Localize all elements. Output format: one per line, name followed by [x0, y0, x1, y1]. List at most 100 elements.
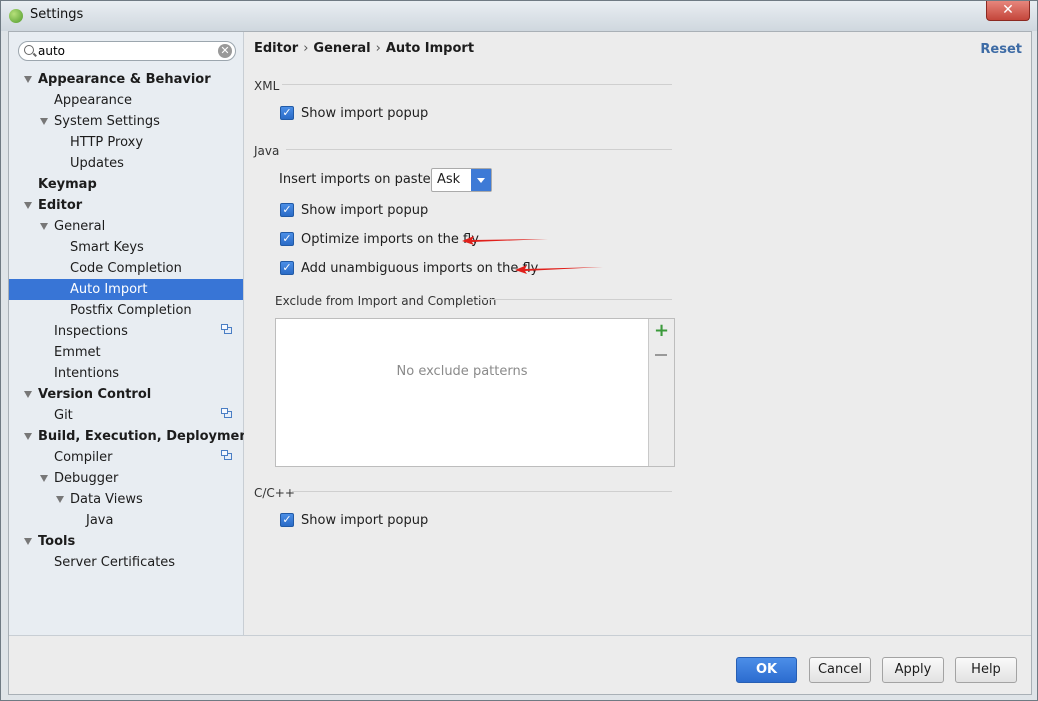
tree-item-label: HTTP Proxy: [70, 135, 144, 150]
tree-item-inspections[interactable]: Inspections: [9, 321, 244, 342]
empty-list-text: No exclude patterns: [396, 364, 528, 379]
search-input[interactable]: [38, 43, 208, 59]
checkbox-checked-icon[interactable]: ✓: [280, 106, 294, 120]
tree-item-appearance[interactable]: Appearance: [9, 90, 244, 111]
cpp-section-title: C/C++: [254, 486, 295, 500]
tree-item-label: General: [54, 219, 106, 234]
tree-item-updates[interactable]: Updates: [9, 153, 244, 174]
tree-item-emmet[interactable]: Emmet: [9, 342, 244, 363]
tree-item-label: Appearance & Behavior: [38, 72, 211, 87]
help-button[interactable]: Help: [955, 657, 1017, 683]
checkbox-label: Optimize imports on the fly: [301, 232, 479, 247]
tree-item-label: Java: [86, 513, 114, 528]
clear-search-icon[interactable]: ✕: [218, 44, 232, 58]
remove-pattern-icon[interactable]: [655, 354, 667, 356]
tree-item-build-execution-deployment[interactable]: Build, Execution, Deployment: [9, 426, 255, 447]
tree-item-label: Tools: [38, 534, 76, 549]
checkbox-label: Show import popup: [301, 513, 429, 528]
tree-item-smart-keys[interactable]: Smart Keys: [9, 237, 244, 258]
expand-arrow-icon[interactable]: [24, 391, 32, 398]
tree-item-java[interactable]: Java: [9, 510, 244, 531]
dialog-body: ✕ Appearance & Behavior Appearance Syste…: [8, 31, 1032, 695]
breadcrumb-editor: Editor: [254, 41, 299, 56]
expand-arrow-icon[interactable]: [56, 496, 64, 503]
tree-item-code-completion[interactable]: Code Completion: [9, 258, 244, 279]
tree-item-data-views[interactable]: Data Views: [9, 489, 244, 510]
xml-section-title: XML: [254, 79, 280, 93]
tree-item-label: Auto Import: [70, 282, 148, 297]
tree-item-label: Intentions: [54, 366, 120, 381]
tree-item-system-settings[interactable]: System Settings: [9, 111, 244, 132]
select-value: Ask: [437, 172, 461, 187]
tree-item-version-control[interactable]: Version Control: [9, 384, 244, 405]
tree-item-label: Data Views: [70, 492, 143, 507]
tree-item-label: Version Control: [38, 387, 152, 402]
exclude-section-title: Exclude from Import and Completion: [275, 294, 497, 308]
checkbox-checked-icon[interactable]: ✓: [280, 232, 294, 246]
tree-item-auto-import[interactable]: Auto Import: [9, 279, 243, 300]
tree-item-http-proxy[interactable]: HTTP Proxy: [9, 132, 244, 153]
section-divider: [282, 84, 672, 85]
java-section-title: Java: [254, 144, 280, 158]
breadcrumb-separator: ›: [303, 41, 309, 56]
cancel-button[interactable]: Cancel: [809, 657, 871, 683]
tree-item-appearance-behavior[interactable]: Appearance & Behavior: [9, 69, 244, 90]
android-studio-app-icon: [9, 9, 23, 23]
tree-item-postfix-completion[interactable]: Postfix Completion: [9, 300, 244, 321]
tree-item-label: Code Completion: [70, 261, 182, 276]
expand-arrow-icon[interactable]: [24, 538, 32, 545]
expand-arrow-icon[interactable]: [24, 202, 32, 209]
checkbox-label: Show import popup: [301, 203, 429, 218]
tree-item-git[interactable]: Git: [9, 405, 244, 426]
insert-imports-on-paste-select[interactable]: Ask: [431, 168, 492, 192]
dropdown-arrow-icon[interactable]: [471, 169, 491, 191]
tree-item-tools[interactable]: Tools: [9, 531, 244, 552]
checkbox-checked-icon[interactable]: ✓: [280, 513, 294, 527]
ok-button[interactable]: OK: [736, 657, 797, 683]
expand-arrow-icon[interactable]: [40, 223, 48, 230]
reset-link[interactable]: Reset: [980, 42, 1022, 57]
title-bar[interactable]: Settings ✕: [1, 1, 1037, 31]
settings-sidebar: ✕ Appearance & Behavior Appearance Syste…: [9, 32, 255, 635]
close-window-button[interactable]: ✕: [986, 1, 1030, 21]
checkbox-label: Add unambiguous imports on the fly: [301, 261, 539, 276]
section-divider: [292, 491, 672, 492]
section-divider: [286, 149, 672, 150]
breadcrumb-separator: ›: [375, 41, 381, 56]
expand-arrow-icon[interactable]: [24, 433, 32, 440]
tree-item-label: Debugger: [54, 471, 119, 486]
expand-arrow-icon[interactable]: [40, 475, 48, 482]
tree-item-label: Inspections: [54, 324, 128, 339]
red-annotation-arrow-icon: [462, 236, 548, 245]
red-annotation-arrow-icon: [515, 265, 603, 274]
tree-item-compiler[interactable]: Compiler: [9, 447, 244, 468]
expand-arrow-icon[interactable]: [24, 76, 32, 83]
tree-item-server-certificates[interactable]: Server Certificates: [9, 552, 244, 573]
tree-item-keymap[interactable]: Keymap: [9, 174, 244, 195]
breadcrumb-general: General: [313, 41, 371, 56]
tree-item-general[interactable]: General: [9, 216, 244, 237]
tree-item-label: Appearance: [54, 93, 133, 108]
project-settings-icon: [221, 408, 232, 418]
tree-item-label: Build, Execution, Deployment: [38, 429, 255, 444]
apply-button[interactable]: Apply: [882, 657, 944, 683]
tree-item-label: System Settings: [54, 114, 160, 129]
window-title: Settings: [30, 7, 84, 22]
section-divider: [476, 299, 672, 300]
insert-imports-on-paste-label: Insert imports on paste:: [279, 172, 436, 187]
tree-item-debugger[interactable]: Debugger: [9, 468, 244, 489]
expand-arrow-icon[interactable]: [40, 118, 48, 125]
exclude-patterns-list[interactable]: No exclude patterns +: [275, 318, 675, 467]
checkbox-checked-icon[interactable]: ✓: [280, 203, 294, 217]
project-settings-icon: [221, 450, 232, 460]
breadcrumb: Editor › General › Auto Import: [254, 41, 474, 56]
checkbox-label: Show import popup: [301, 106, 429, 121]
tree-item-label: Git: [54, 408, 73, 423]
tree-item-intentions[interactable]: Intentions: [9, 363, 244, 384]
tree-item-label: Compiler: [54, 450, 113, 465]
tree-item-editor[interactable]: Editor: [9, 195, 244, 216]
settings-search-field[interactable]: ✕: [18, 41, 236, 61]
add-pattern-icon[interactable]: +: [654, 321, 669, 341]
list-toolbar: +: [648, 319, 674, 466]
checkbox-checked-icon[interactable]: ✓: [280, 261, 294, 275]
